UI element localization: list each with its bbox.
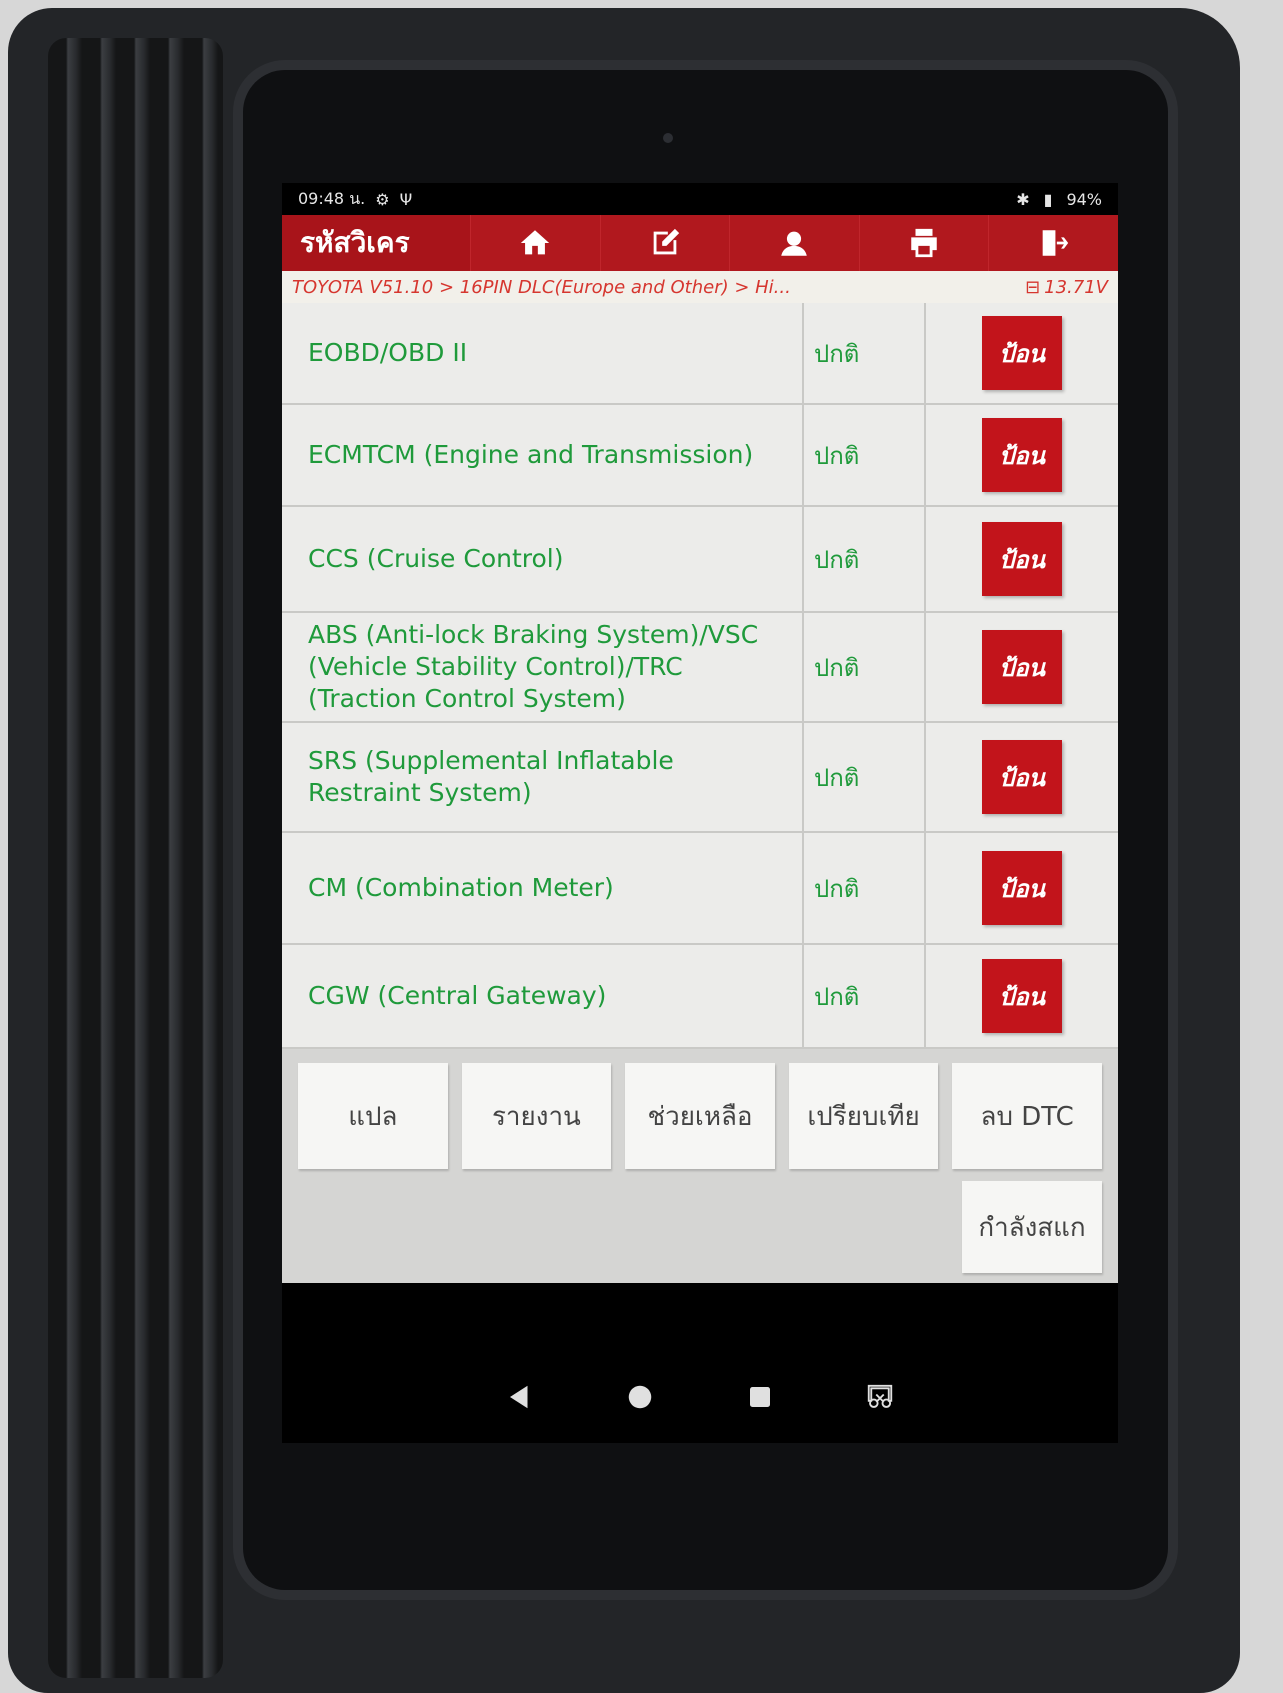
system-name: ECMTCM (Engine and Transmission) [282,405,804,505]
table-row: CCS (Cruise Control) ปกติ ป้อน [282,507,1118,613]
system-status: ปกติ [804,507,926,611]
exit-button[interactable] [988,215,1118,271]
table-row: ABS (Anti-lock Braking System)/VSC (Vehi… [282,613,1118,723]
settings-icon: ⚙ [375,189,390,209]
battery-level: 94% [1066,189,1102,209]
system-list: EOBD/OBD II ปกติ ป้อน ECMTCM (Engine and… [282,303,1118,1049]
edit-icon [653,228,680,255]
system-status: ปกติ [804,613,926,721]
table-row: SRS (Supplemental Inflatable Restraint S… [282,723,1118,833]
table-row: ECMTCM (Engine and Transmission) ปกติ ป้… [282,405,1118,507]
system-name: SRS (Supplemental Inflatable Restraint S… [282,723,804,831]
system-status: ปกติ [804,833,926,943]
scanning-button[interactable]: กำลังสแก [962,1181,1102,1273]
user-icon [781,231,808,256]
enter-button[interactable]: ป้อน [982,959,1062,1033]
home-button[interactable] [470,215,600,271]
tablet-screen: 09:48 น. ⚙ Ψ ✱ ▮ 94% รหัสวิเคร TOYOTA V5… [282,183,1118,1443]
enter-button[interactable]: ป้อน [982,740,1062,814]
system-name: CCS (Cruise Control) [282,507,804,611]
screenshot-icon[interactable] [865,1382,895,1412]
device-grip [48,38,223,1678]
compare-button[interactable]: เปรียบเทีย [788,1063,939,1169]
voltage-readout: ⊟ 13.71V [1025,277,1108,298]
function-bar: แปล รายงาน ช่วยเหลือ เปรียบเทีย ลบ DTC ก… [282,1049,1118,1283]
android-nav-bar [282,1351,1118,1443]
edit-button[interactable] [599,215,730,271]
home-circle-icon[interactable] [625,1382,655,1412]
table-row: CGW (Central Gateway) ปกติ ป้อน [282,945,1118,1049]
battery-voltage-icon: ⊟ [1025,276,1041,298]
battery-icon: ▮ [1043,189,1053,209]
front-camera [663,133,673,143]
user-button[interactable] [729,215,859,271]
status-bar: 09:48 น. ⚙ Ψ ✱ ▮ 94% [282,183,1118,215]
back-icon[interactable] [505,1382,535,1412]
table-row: EOBD/OBD II ปกติ ป้อน [282,303,1118,405]
bluetooth-icon: ✱ [1016,189,1030,209]
recents-icon[interactable] [745,1382,775,1412]
top-toolbar: รหัสวิเคร [282,215,1118,271]
system-name: ABS (Anti-lock Braking System)/VSC (Vehi… [282,613,804,721]
system-name: CM (Combination Meter) [282,833,804,943]
exit-icon [1042,230,1068,256]
breadcrumb: TOYOTA V51.10 > 16PIN DLC(Europe and Oth… [292,276,791,298]
print-button[interactable] [858,215,989,271]
table-row: CM (Combination Meter) ปกติ ป้อน [282,833,1118,945]
system-status: ปกติ [804,405,926,505]
enter-button[interactable]: ป้อน [982,851,1062,925]
home-icon [521,230,550,255]
enter-button[interactable]: ป้อน [982,316,1062,390]
print-icon [911,228,937,258]
voltage-value: 13.71V [1044,276,1108,298]
report-button[interactable]: รายงาน [461,1063,612,1169]
enter-button[interactable]: ป้อน [982,630,1062,704]
enter-button[interactable]: ป้อน [982,418,1062,492]
page-title: รหัสวิเคร [300,226,410,259]
system-status: ปกติ [804,303,926,403]
breadcrumb-bar: TOYOTA V51.10 > 16PIN DLC(Europe and Oth… [282,271,1118,303]
status-time: 09:48 น. [298,188,366,208]
help-button[interactable]: ช่วยเหลือ [625,1063,775,1169]
translate-button[interactable]: แปล [298,1063,448,1169]
system-name: CGW (Central Gateway) [282,945,804,1047]
system-status: ปกติ [804,723,926,831]
usb-icon: Ψ [399,189,413,209]
system-name: EOBD/OBD II [282,303,804,403]
system-status: ปกติ [804,945,926,1047]
clear-dtc-button[interactable]: ลบ DTC [952,1063,1102,1169]
enter-button[interactable]: ป้อน [982,522,1062,596]
